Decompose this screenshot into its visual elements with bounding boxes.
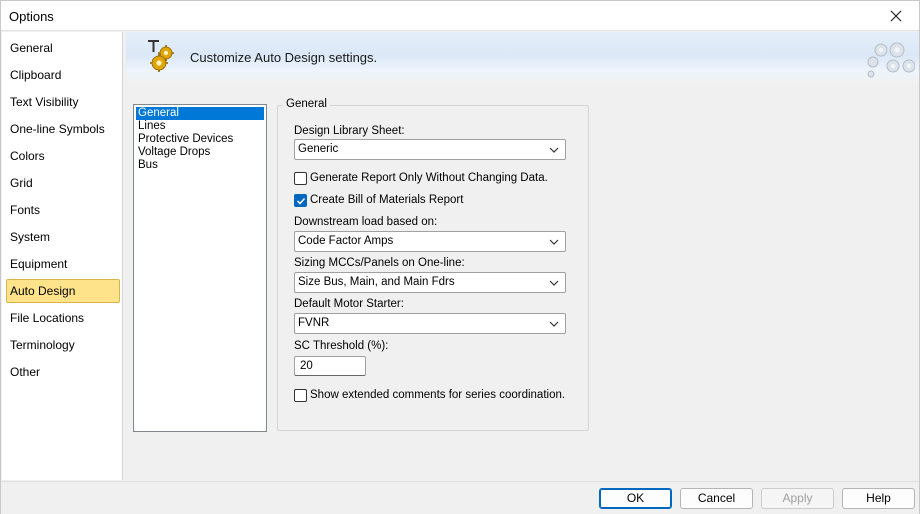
window-title: Options — [9, 9, 54, 24]
downstream-select[interactable]: Code Factor Amps — [294, 231, 566, 252]
extended-comments-checkbox-row[interactable]: Show extended comments for series coordi… — [294, 387, 565, 403]
bom-label: Create Bill of Materials Report — [310, 194, 464, 206]
cancel-button[interactable]: Cancel — [680, 488, 753, 509]
banner-text: Customize Auto Design settings. — [190, 50, 378, 65]
options-dialog: Options General Clipboard Text Visibilit… — [0, 0, 920, 514]
motor-starter-value: FVNR — [298, 317, 330, 329]
close-button[interactable] — [873, 1, 919, 31]
motor-starter-select[interactable]: FVNR — [294, 313, 566, 334]
nav-item-terminology[interactable]: Terminology — [6, 333, 120, 357]
chevron-down-icon — [549, 321, 559, 327]
close-icon — [890, 10, 902, 22]
bom-checkbox-row[interactable]: Create Bill of Materials Report — [294, 192, 463, 208]
apply-button[interactable]: Apply — [761, 488, 834, 509]
checkmark-icon — [296, 197, 306, 205]
sizing-value: Size Bus, Main, and Main Fdrs — [298, 276, 455, 288]
category-item-lines[interactable]: Lines — [136, 120, 264, 133]
ok-button[interactable]: OK — [599, 488, 672, 509]
category-item-bus[interactable]: Bus — [136, 159, 264, 172]
report-only-label: Generate Report Only Without Changing Da… — [310, 172, 548, 184]
sizing-select[interactable]: Size Bus, Main, and Main Fdrs — [294, 272, 566, 293]
design-library-select[interactable]: Generic — [294, 139, 566, 160]
title-bar: Options — [1, 1, 919, 31]
category-item-protective-devices[interactable]: Protective Devices — [136, 133, 264, 146]
chevron-down-icon — [549, 147, 559, 153]
motor-starter-label: Default Motor Starter: — [294, 298, 404, 310]
nav-item-system[interactable]: System — [6, 225, 120, 249]
nav-item-one-line-symbols[interactable]: One-line Symbols — [6, 117, 120, 141]
report-only-checkbox[interactable] — [294, 171, 307, 185]
nav-item-equipment[interactable]: Equipment — [6, 252, 120, 276]
chevron-down-icon — [549, 280, 559, 286]
extended-comments-label: Show extended comments for series coordi… — [310, 389, 566, 401]
header-banner: Customize Auto Design settings. — [126, 32, 919, 84]
auto-design-gear-icon — [148, 40, 174, 72]
nav-item-other[interactable]: Other — [6, 360, 120, 384]
sizing-label: Sizing MCCs/Panels on One-line: — [294, 257, 465, 269]
category-item-general[interactable]: General — [136, 107, 264, 120]
nav-item-colors[interactable]: Colors — [6, 144, 120, 168]
nav-item-clipboard[interactable]: Clipboard — [6, 63, 120, 87]
nav-item-file-locations[interactable]: File Locations — [6, 306, 120, 330]
category-item-voltage-drops[interactable]: Voltage Drops — [136, 146, 264, 159]
sc-threshold-input[interactable]: 20 — [294, 356, 366, 376]
nav-item-auto-design[interactable]: Auto Design — [6, 279, 120, 303]
decorative-gears-icon — [867, 42, 915, 78]
nav-item-text-visibility[interactable]: Text Visibility — [6, 90, 120, 114]
design-library-label: Design Library Sheet: — [294, 125, 405, 137]
report-only-checkbox-row[interactable]: Generate Report Only Without Changing Da… — [294, 170, 548, 186]
group-title: General — [283, 98, 330, 110]
nav-item-grid[interactable]: Grid — [6, 171, 120, 195]
bom-checkbox[interactable] — [294, 193, 307, 207]
options-nav: General Clipboard Text Visibility One-li… — [2, 32, 123, 480]
downstream-value: Code Factor Amps — [298, 235, 394, 247]
help-button[interactable]: Help — [842, 488, 915, 509]
category-list[interactable]: General Lines Protective Devices Voltage… — [133, 104, 267, 432]
downstream-label: Downstream load based on: — [294, 216, 438, 228]
extended-comments-checkbox[interactable] — [294, 388, 307, 402]
design-library-value: Generic — [298, 143, 339, 155]
nav-item-fonts[interactable]: Fonts — [6, 198, 120, 222]
nav-item-general[interactable]: General — [6, 36, 120, 60]
sc-threshold-value: 20 — [300, 360, 313, 372]
chevron-down-icon — [549, 239, 559, 245]
sc-threshold-label: SC Threshold (%): — [294, 340, 389, 352]
